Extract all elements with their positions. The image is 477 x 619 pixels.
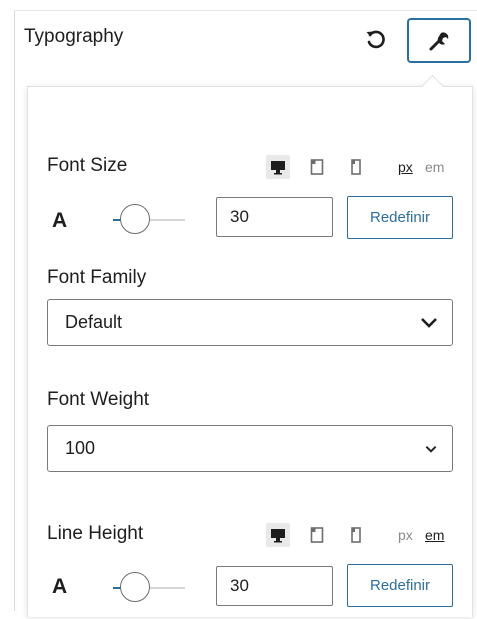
line-height-reset-button[interactable]: Redefinir xyxy=(347,564,453,607)
line-height-glyph: A xyxy=(52,575,68,598)
line-height-unit-em[interactable]: em xyxy=(425,527,444,543)
font-size-unit-em[interactable]: em xyxy=(425,159,444,175)
font-weight-selected-value: 100 xyxy=(65,438,96,458)
font-weight-select[interactable]: 100 xyxy=(47,425,453,472)
desktop-device-button[interactable] xyxy=(266,523,290,547)
font-size-label: Font Size xyxy=(47,155,128,176)
tablet-device-button[interactable] xyxy=(305,523,329,547)
font-family-select[interactable]: Default xyxy=(47,299,453,346)
desktop-icon xyxy=(271,529,285,543)
reset-button[interactable] xyxy=(358,22,394,58)
line-height-unit-px[interactable]: px xyxy=(398,527,413,543)
tablet-icon xyxy=(310,159,324,175)
font-size-glyph: A xyxy=(52,209,68,232)
line-height-input[interactable]: 30 xyxy=(216,566,333,606)
font-size-reset-button[interactable]: Redefinir xyxy=(347,196,453,239)
mobile-device-button[interactable] xyxy=(344,155,368,179)
font-size-slider-thumb[interactable] xyxy=(120,204,150,234)
panel-title: Typography xyxy=(24,26,124,47)
reset-icon xyxy=(366,30,385,49)
font-family-selected-value: Default xyxy=(65,312,123,332)
font-weight-label: Font Weight xyxy=(47,389,150,410)
tablet-device-button[interactable] xyxy=(305,155,329,179)
tablet-icon xyxy=(310,527,324,543)
font-size-unit-px[interactable]: px xyxy=(398,159,413,175)
mobile-icon xyxy=(351,159,361,175)
desktop-icon xyxy=(271,161,285,175)
font-family-label: Font Family xyxy=(47,267,147,288)
mobile-device-button[interactable] xyxy=(344,523,368,547)
settings-button[interactable] xyxy=(407,18,471,63)
font-size-input[interactable]: 30 xyxy=(216,197,333,237)
chevron-down-icon xyxy=(425,445,437,453)
wrench-icon xyxy=(429,31,449,50)
chevron-down-icon xyxy=(421,317,437,328)
line-height-label: Line Height xyxy=(47,523,144,544)
line-height-slider-thumb[interactable] xyxy=(120,572,150,602)
mobile-icon xyxy=(351,527,361,543)
desktop-device-button[interactable] xyxy=(266,155,290,179)
